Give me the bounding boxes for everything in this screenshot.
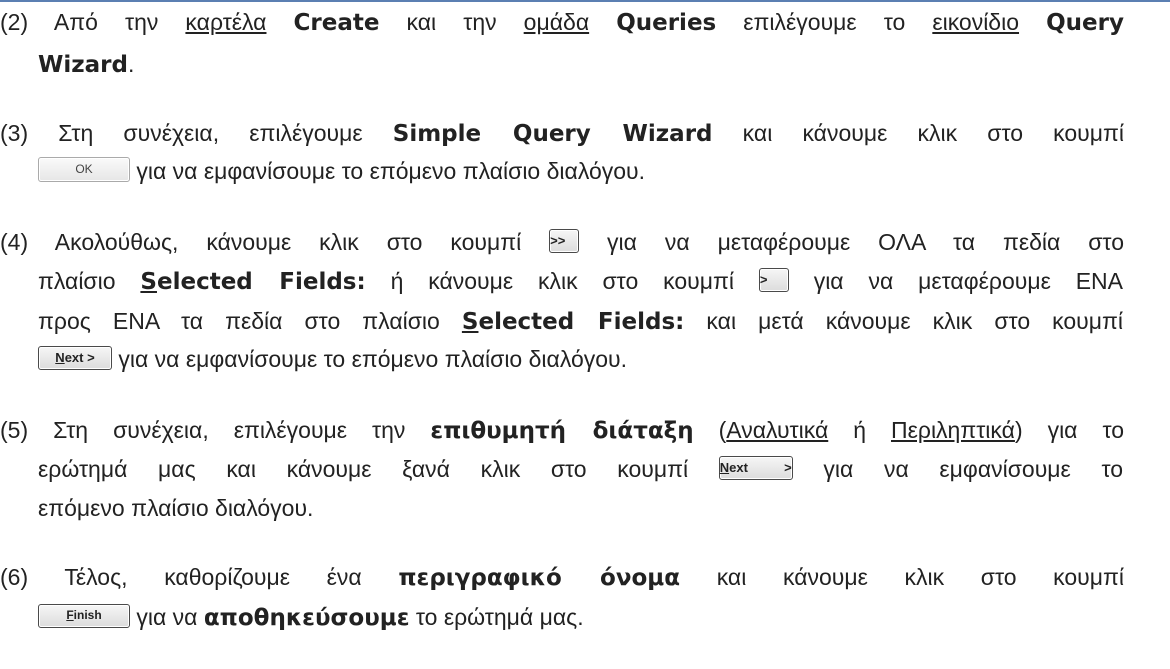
move-one-field-button[interactable]: > (758, 267, 789, 292)
keyword-tab: καρτέλα (185, 9, 267, 35)
keyword-icon: εικονίδιο (932, 9, 1020, 35)
step-4-line-3: προς ΕΝΑ τα πεδία στο πλαίσιο Selected F… (38, 308, 1123, 335)
ribbon-tab-create: Create (293, 10, 380, 36)
step-4-line-4: Next > για να εμφανίσουμε το επόμενο πλα… (38, 339, 627, 379)
step-6-line-1: (6) Τέλος, καθορίζουμε ένα περιγραφικό ό… (0, 564, 1124, 591)
next-button[interactable]: Next > (718, 455, 793, 480)
step-number: (2) (0, 9, 29, 35)
step-4-line-2: πλαίσιο Selected Fields: ή κάνουμε κλικ … (38, 267, 1123, 295)
step-3-line-1: (3) Στη συνέχεια, επιλέγουμε Simple Quer… (0, 120, 1124, 147)
selected-fields-label: Selected Fields: (140, 269, 366, 295)
save-label: αποθηκεύσουμε (203, 605, 410, 631)
query-wizard-label: Query (1046, 10, 1124, 36)
step-number: (5) (0, 417, 29, 443)
option-summary: Περιληπτικά (891, 417, 1015, 443)
step-number: (6) (0, 564, 29, 590)
descriptive-name-label: περιγραφικό όνομα (398, 565, 681, 591)
step-2-line-1: (2) Από την καρτέλα Create και την ομάδα… (0, 9, 1124, 36)
selected-fields-label: Selected Fields: (461, 309, 685, 335)
step-5-line-1: (5) Στη συνέχεια, επιλέγουμε την επιθυμη… (0, 417, 1125, 444)
step-number: (3) (0, 120, 29, 146)
move-all-fields-button[interactable]: >> (549, 228, 580, 253)
step-3-line-2: OK για να εμφανίσουμε το επόμενο πλαίσιο… (38, 151, 645, 191)
simple-query-wizard-label: Simple Query Wizard (392, 121, 713, 147)
desired-layout-label: επιθυμητή διάταξη (430, 418, 694, 444)
step-5-line-2: ερώτημά μας και κάνουμε ξανά κλικ στο κο… (38, 455, 1123, 482)
ribbon-group-queries: Queries (616, 10, 717, 36)
step-5-line-3: επόμενο πλαίσιο διαλόγου. (38, 495, 314, 521)
ok-button[interactable]: OK (38, 157, 130, 183)
next-button[interactable]: Next > (38, 345, 112, 370)
option-detail: Αναλυτικά (726, 417, 829, 443)
step-4-line-1: (4) Ακολούθως, κάνουμε κλικ στο κουμπί >… (0, 228, 1124, 255)
step-2-line-2: Wizard. (38, 51, 135, 78)
step-number: (4) (0, 229, 29, 255)
finish-button[interactable]: Finish (38, 603, 130, 628)
step-6-line-2: Finish για να αποθηκεύσουμε το ερώτημά μ… (38, 597, 584, 637)
keyword-group: ομάδα (523, 9, 590, 35)
